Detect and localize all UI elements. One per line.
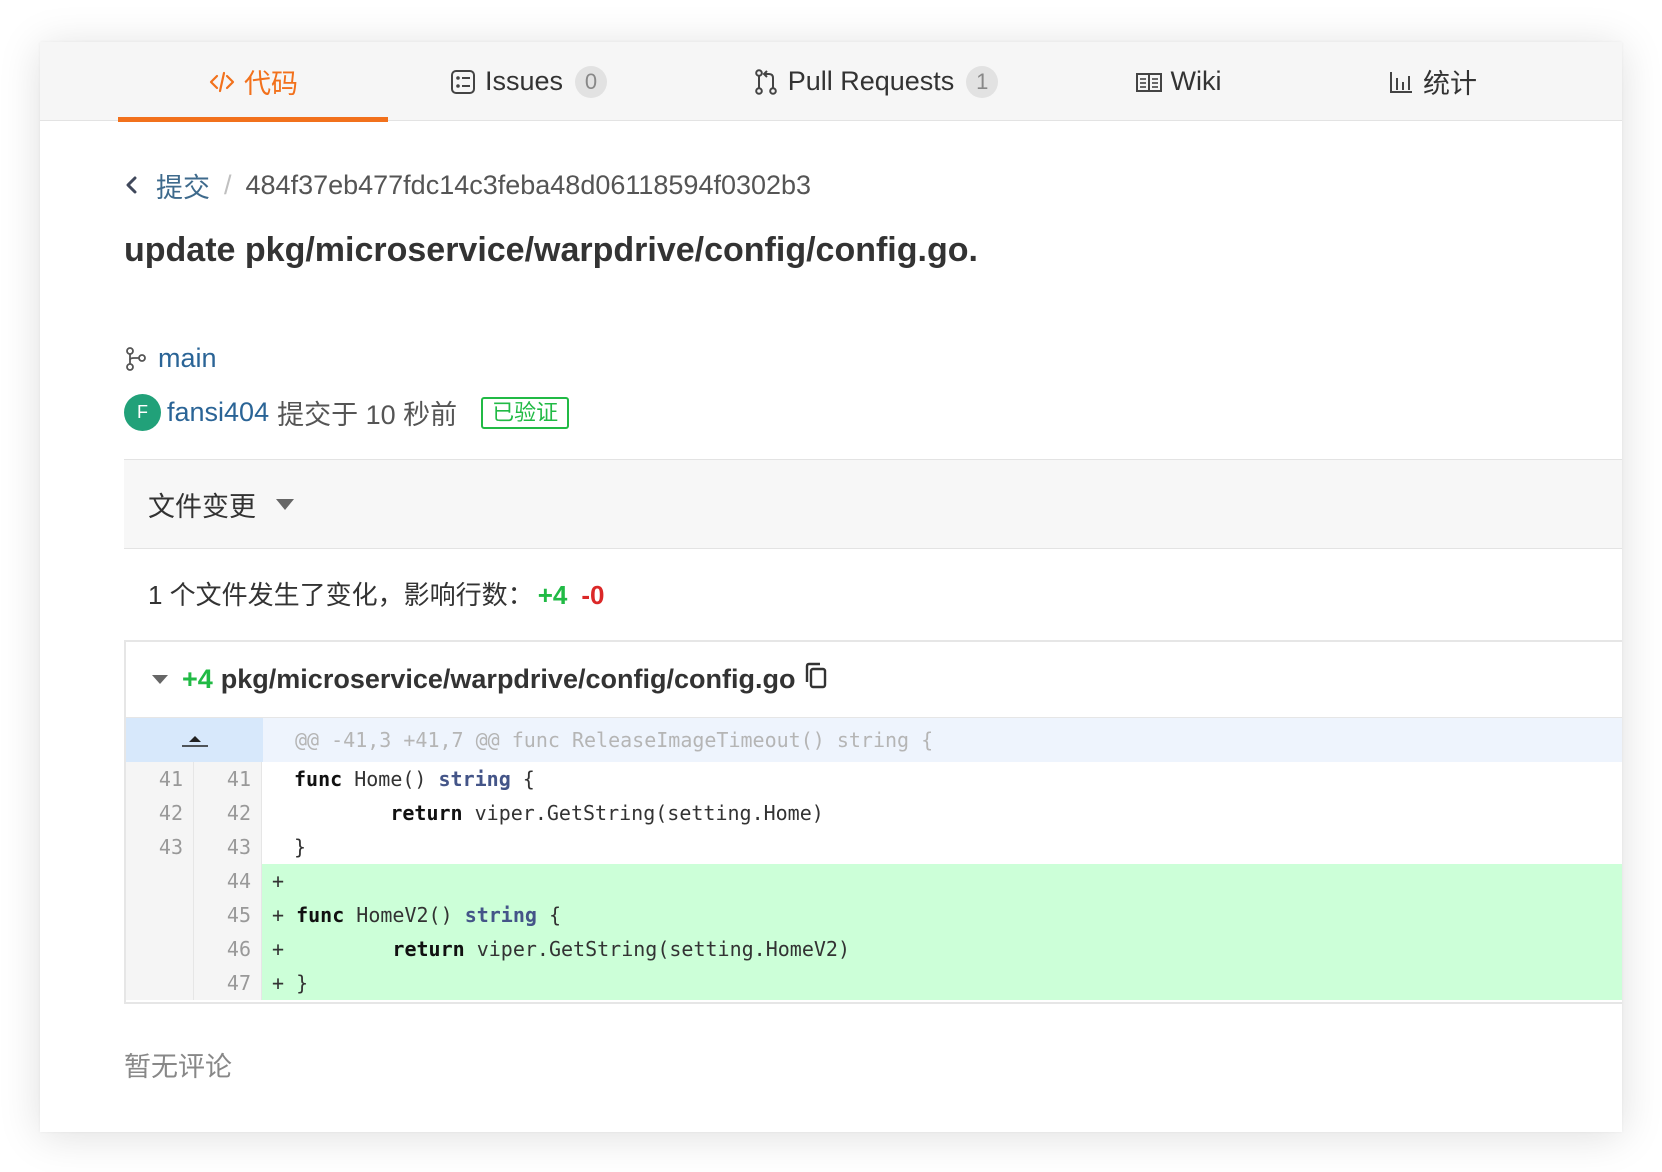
tab-issues[interactable]: Issues 0 [393, 42, 663, 121]
added-prefix: + [272, 869, 285, 893]
verified-badge[interactable]: 已验证 [481, 396, 570, 429]
new-line-number[interactable]: 44 [194, 864, 262, 898]
diff-added-line: 45 + func HomeV2() string { [126, 898, 1622, 932]
summary-deletions: -0 [581, 580, 605, 610]
caret-down-icon [276, 498, 294, 510]
added-prefix: + [272, 971, 285, 995]
summary-additions: +4 [537, 580, 568, 610]
commit-author-row: F fansi404 提交于 10 秒前 已验证 [124, 393, 570, 432]
old-line-number [126, 932, 194, 966]
old-line-number[interactable]: 41 [126, 762, 194, 796]
collapse-caret-icon[interactable] [152, 675, 168, 684]
diff-file-additions: +4 [182, 664, 213, 694]
file-changes-toggle[interactable]: 文件变更 [124, 459, 1622, 549]
tab-wiki-label: Wiki [1170, 66, 1222, 96]
pull-requests-count-badge: 1 [966, 65, 999, 98]
old-line-number[interactable]: 43 [126, 830, 194, 864]
tab-statistics-label: 统计 [1423, 69, 1477, 99]
old-line-number[interactable]: 42 [126, 796, 194, 830]
issues-count-badge: 0 [575, 65, 608, 98]
diff-line-code: + } [262, 966, 1622, 1000]
new-line-number[interactable]: 41 [194, 762, 262, 796]
diff-added-line: 46 + return viper.GetString(setting.Home… [126, 932, 1622, 966]
diff-line-code: + return viper.GetString(setting.HomeV2) [262, 932, 1622, 966]
tab-wiki[interactable]: Wiki [1043, 42, 1313, 121]
branch-name: main [158, 343, 217, 373]
no-comments-text: 暂无评论 [124, 1052, 232, 1082]
bar-chart-icon [1387, 68, 1415, 96]
diff-line-code: return viper.GetString(setting.Home) [390, 801, 824, 825]
branch-icon [126, 346, 146, 371]
tab-statistics[interactable]: 统计 [1297, 42, 1567, 121]
code-icon [208, 68, 236, 96]
old-line-number [126, 864, 194, 898]
wiki-book-icon [1135, 68, 1163, 96]
added-prefix: + [272, 903, 285, 927]
tab-pull-requests-label: Pull Requests [787, 66, 955, 96]
breadcrumb: 提交 / 484f37eb477fdc14c3feba48d06118594f0… [124, 167, 811, 203]
copy-icon[interactable] [803, 661, 829, 698]
old-line-number [126, 898, 194, 932]
diff-line: 41 41 func Home() string { [126, 762, 1622, 796]
commit-time-text: 提交于 10 秒前 [277, 400, 458, 430]
issues-icon [449, 68, 477, 96]
breadcrumb-commits-link[interactable]: 提交 [156, 166, 210, 205]
tab-code[interactable]: 代码 [118, 42, 388, 122]
old-line-number [126, 966, 194, 1000]
file-changes-label: 文件变更 [148, 491, 256, 522]
new-line-number[interactable]: 45 [194, 898, 262, 932]
diff-added-line: 44 + [126, 864, 1622, 898]
commit-page-card: 代码 Issues 0 Pull Requests 1 Wiki 统计 提交 /… [40, 42, 1622, 1132]
diff-line: 42 42 return viper.GetString(setting.Hom… [126, 796, 1622, 830]
branch-link[interactable]: main [124, 343, 217, 374]
diff-added-line: 47 + } [126, 966, 1622, 1000]
diff-line: 43 43 } [126, 830, 1622, 864]
commit-hash: 484f37eb477fdc14c3feba48d06118594f0302b3 [245, 169, 812, 200]
changes-summary: 1 个文件发生了变化，影响行数： +4 -0 [148, 575, 604, 612]
chevron-left-icon[interactable] [124, 175, 138, 195]
breadcrumb-separator: / [224, 169, 232, 200]
expand-up-button[interactable] [126, 718, 263, 762]
tab-pull-requests[interactable]: Pull Requests 1 [735, 42, 1015, 121]
changes-summary-text: 1 个文件发生了变化，影响行数： [148, 580, 534, 610]
author-name-link[interactable]: fansi404 [167, 397, 269, 428]
diff-line-code: } [294, 835, 307, 859]
pull-request-icon [752, 68, 780, 96]
new-line-number[interactable]: 46 [194, 932, 262, 966]
new-line-number[interactable]: 42 [194, 796, 262, 830]
repo-tab-bar: 代码 Issues 0 Pull Requests 1 Wiki 统计 [40, 42, 1622, 122]
tab-code-label: 代码 [244, 69, 298, 99]
hunk-header: @@ -41,3 +41,7 @@ func ReleaseImageTimeo… [263, 718, 1622, 762]
commit-title: update pkg/microservice/warpdrive/config… [124, 231, 978, 269]
diff-line-code: func Home() string { [294, 767, 535, 791]
file-diff: +4 pkg/microservice/warpdrive/config/con… [124, 640, 1622, 1004]
diff-line-code: + [262, 864, 1622, 898]
diff-file-path: pkg/microservice/warpdrive/config/config… [220, 664, 796, 694]
new-line-number[interactable]: 43 [194, 830, 262, 864]
diff-line-code: + func HomeV2() string { [262, 898, 1622, 932]
diff-file-header: +4 pkg/microservice/warpdrive/config/con… [126, 642, 1622, 718]
diff-hunk-row: @@ -41,3 +41,7 @@ func ReleaseImageTimeo… [126, 718, 1622, 762]
avatar[interactable]: F [124, 394, 161, 431]
tab-issues-label: Issues [484, 66, 564, 96]
added-prefix: + [272, 937, 285, 961]
new-line-number[interactable]: 47 [194, 966, 262, 1000]
expand-up-icon [181, 736, 208, 747]
